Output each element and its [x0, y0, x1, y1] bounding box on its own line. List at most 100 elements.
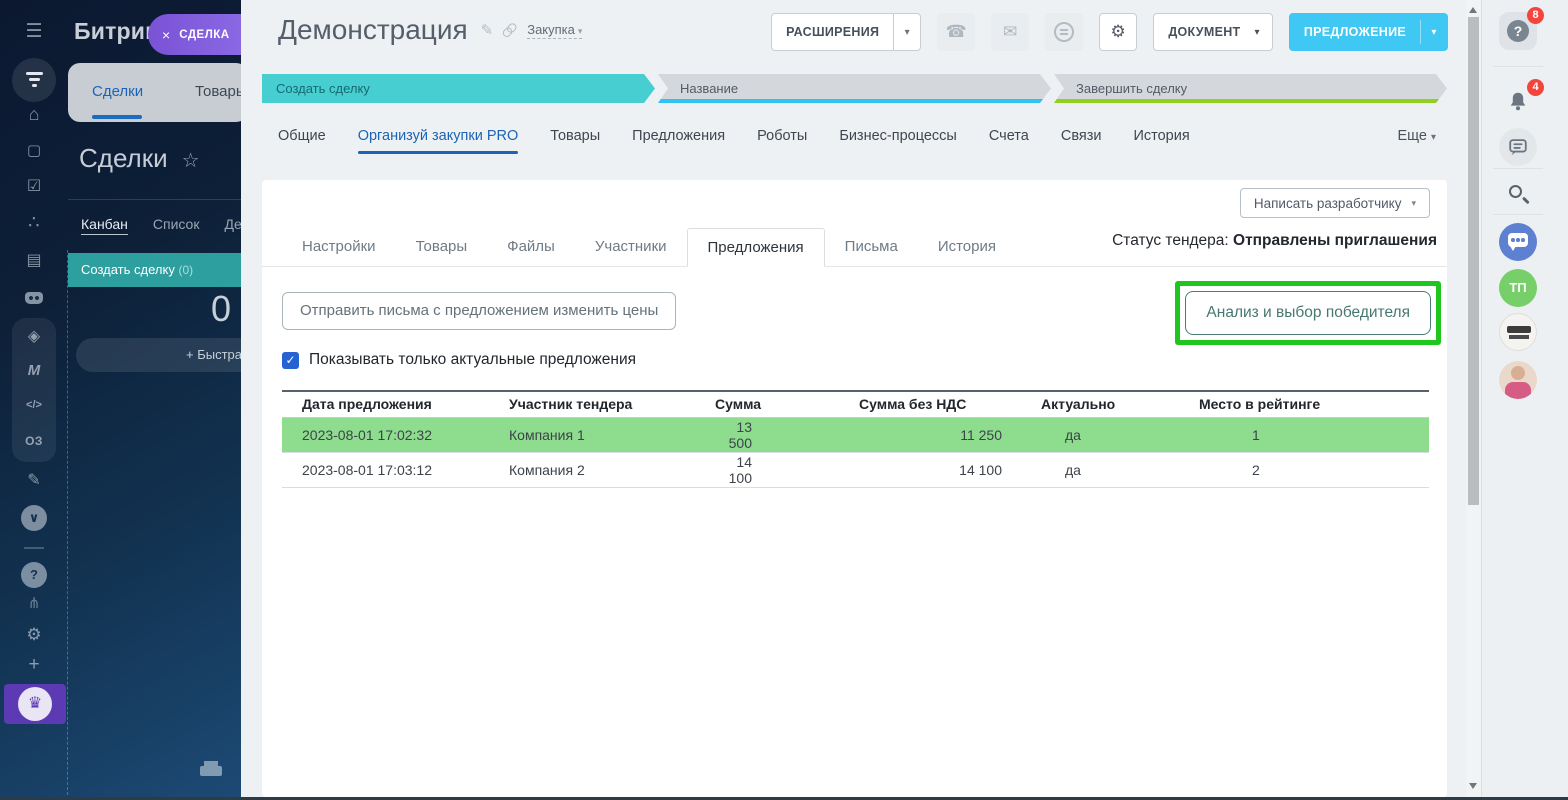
favorite-star-icon[interactable]: [182, 148, 200, 173]
chat-icon[interactable]: [1499, 128, 1537, 166]
table-row[interactable]: 2023-08-01 17:03:12 Компания 2 14 100 14…: [282, 452, 1429, 487]
invoice-icon: [1054, 22, 1074, 42]
actual-offers-filter[interactable]: Показывать только актуальные предложения: [282, 351, 636, 369]
link-icon[interactable]: [501, 20, 520, 39]
help-icon[interactable]: [21, 562, 47, 588]
mail-icon: [1003, 22, 1018, 42]
tender-tab-files[interactable]: Файлы: [487, 228, 575, 267]
stage-finish-deal[interactable]: Завершить сделку: [1054, 74, 1447, 103]
tasks-icon[interactable]: [0, 176, 68, 196]
table-row[interactable]: 2023-08-01 17:02:32 Компания 1 13 500 11…: [282, 417, 1429, 452]
chevron-down-icon[interactable]: [21, 505, 47, 531]
tab-robots[interactable]: Роботы: [757, 128, 807, 144]
phone-icon: [946, 22, 967, 42]
tab-offers[interactable]: Предложения: [632, 128, 725, 144]
right-rail: 8 4 ТП: [1481, 0, 1568, 797]
sidebar-tab-deals[interactable]: Сделки: [92, 83, 143, 100]
tender-tab-participants[interactable]: Участники: [575, 228, 687, 267]
divider: [68, 199, 241, 200]
settings-icon[interactable]: [0, 625, 68, 645]
tab-relations[interactable]: Связи: [1061, 128, 1102, 144]
quick-deal-button[interactable]: + Быстра: [76, 338, 241, 372]
crm-funnel-icon[interactable]: [12, 58, 56, 102]
question-icon: [1507, 20, 1529, 42]
scroll-down-icon[interactable]: [1469, 783, 1477, 789]
tender-tab-history[interactable]: История: [918, 228, 1016, 267]
edit-title-icon[interactable]: [481, 21, 494, 39]
network-icon[interactable]: [0, 212, 68, 233]
search-icon[interactable]: [1499, 176, 1537, 214]
view-tab-list[interactable]: Список: [153, 216, 200, 235]
notifications-badge: 4: [1527, 79, 1544, 96]
tab-general[interactable]: Общие: [278, 128, 326, 144]
company-icon[interactable]: [0, 104, 68, 125]
kanban-column-header[interactable]: Создать сделку (0): [68, 253, 241, 287]
document-button[interactable]: ДОКУМЕНТ: [1153, 13, 1273, 51]
invoice-button[interactable]: [1045, 13, 1083, 51]
avatar-tp[interactable]: ТП: [1499, 269, 1537, 307]
category-selector[interactable]: Закупка: [527, 22, 582, 39]
add-icon[interactable]: [0, 654, 68, 676]
table-header-row: Дата предложения Участник тендера Сумма …: [282, 391, 1429, 417]
tab-invoices[interactable]: Счета: [989, 128, 1029, 144]
tab-organize-purchases-pro[interactable]: Организуй закупки PRO: [358, 128, 519, 144]
group-chat-avatar[interactable]: [1499, 223, 1537, 261]
tender-tab-offers[interactable]: Предложения: [687, 228, 825, 267]
contact-card-icon[interactable]: [0, 250, 68, 270]
left-sidebar: M </> ОЗ Битрикс СДЕЛКА Сделки Товары Сд…: [0, 0, 241, 800]
offer-button[interactable]: ПРЕДЛОЖЕНИЕ: [1289, 13, 1448, 51]
subscription-crown-icon[interactable]: [4, 684, 66, 724]
view-tabs: Канбан Список Де: [81, 216, 241, 235]
phone-button[interactable]: [937, 13, 975, 51]
logo-image: [1507, 326, 1531, 333]
sites-icon[interactable]: [0, 141, 68, 159]
tender-tab-products[interactable]: Товары: [396, 228, 488, 267]
notifications-bell-icon[interactable]: 4: [1499, 84, 1537, 122]
stage-create-deal[interactable]: Создать сделку: [262, 74, 655, 103]
tab-history[interactable]: История: [1133, 128, 1189, 144]
avatar-photo[interactable]: [1499, 361, 1537, 399]
sign-icon[interactable]: [0, 470, 68, 490]
analyze-winner-button[interactable]: Анализ и выбор победителя: [1185, 291, 1431, 335]
tab-business-processes[interactable]: Бизнес-процессы: [839, 128, 957, 144]
scroll-up-icon[interactable]: [1469, 7, 1477, 13]
tender-tab-letters[interactable]: Письма: [825, 228, 918, 267]
deal-chip[interactable]: СДЕЛКА: [148, 14, 241, 55]
mail-button[interactable]: [991, 13, 1029, 51]
help-badge: 8: [1527, 7, 1544, 24]
checkbox-checked-icon[interactable]: [282, 352, 299, 369]
tender-tab-settings[interactable]: Настройки: [282, 228, 396, 267]
view-tab-kanban[interactable]: Канбан: [81, 216, 128, 235]
highlight-box: Анализ и выбор победителя: [1175, 281, 1441, 345]
kanban-column-total: 0: [68, 288, 231, 330]
document-caret-icon: [1254, 27, 1271, 38]
sidebar-tab-products[interactable]: Товары: [195, 83, 241, 100]
extensions-button[interactable]: РАСШИРЕНИЯ: [771, 13, 921, 51]
avatar-logo[interactable]: [1499, 313, 1537, 351]
structure-icon[interactable]: [0, 594, 68, 612]
extensions-caret-icon[interactable]: [894, 27, 920, 38]
scrollbar[interactable]: [1466, 0, 1481, 797]
view-tab-more[interactable]: Де: [224, 216, 241, 235]
code-icon[interactable]: </>: [12, 399, 56, 411]
stage-name[interactable]: Название: [658, 74, 1051, 103]
main-content: Демонстрация Закупка РАСШИРЕНИЯ ДОКУМЕНТ…: [241, 0, 1466, 797]
robot-icon[interactable]: [25, 292, 43, 304]
cube-icon[interactable]: [12, 326, 56, 346]
menu-icon[interactable]: [0, 20, 68, 43]
tab-more[interactable]: Еще: [1397, 128, 1436, 144]
tab-products[interactable]: Товары: [550, 128, 600, 144]
printer-icon[interactable]: [200, 761, 222, 778]
help-button[interactable]: 8: [1499, 12, 1537, 50]
toolbar: РАСШИРЕНИЯ ДОКУМЕНТ ПРЕДЛОЖЕНИЕ: [771, 13, 1448, 51]
dev-caret-icon: [1411, 198, 1416, 209]
kanban-column-separator: [67, 250, 68, 800]
close-icon[interactable]: [162, 27, 170, 43]
send-letters-button[interactable]: Отправить письма с предложением изменить…: [282, 292, 676, 330]
scrollbar-thumb[interactable]: [1468, 17, 1479, 505]
oz-icon[interactable]: ОЗ: [12, 434, 56, 448]
write-developer-button[interactable]: Написать разработчику: [1240, 188, 1430, 218]
market-icon[interactable]: M: [12, 362, 56, 379]
settings-button[interactable]: [1099, 13, 1137, 51]
offer-caret-icon[interactable]: [1421, 27, 1447, 38]
